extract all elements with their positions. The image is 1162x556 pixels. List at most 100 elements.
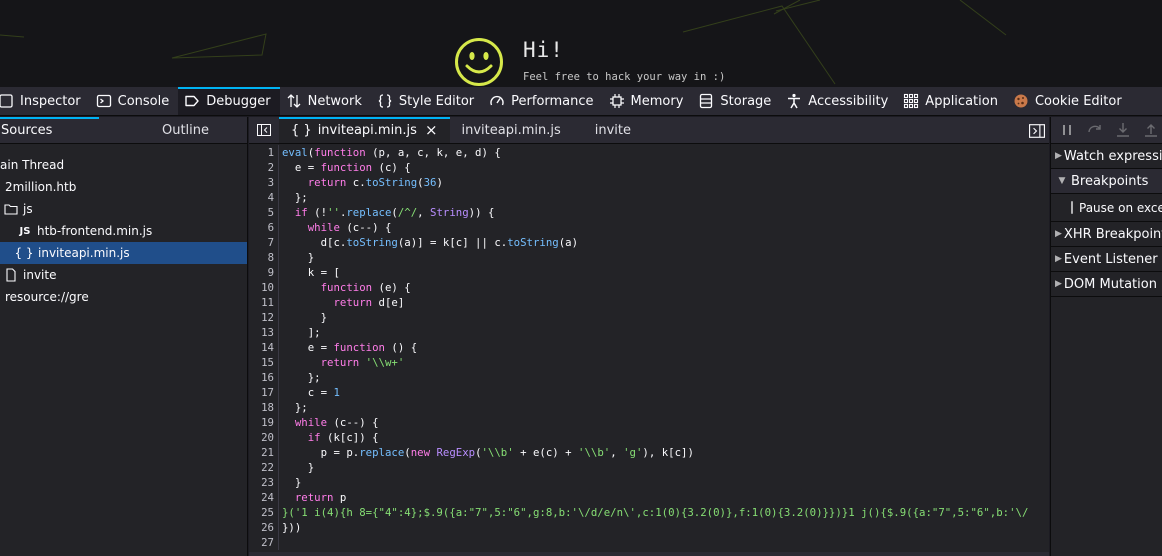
braces-icon: { } <box>291 122 312 138</box>
tab-style-editor[interactable]: Style Editor <box>371 87 483 115</box>
dom-mutation-breakpoints-section[interactable]: ▶ DOM Mutation Breakpoints <box>1051 272 1162 297</box>
line-number[interactable]: 16 <box>249 370 279 385</box>
code-view[interactable]: 1 eval(function (p, a, c, k, e, d) {2 e =… <box>249 145 1049 553</box>
code-line: 25}('1 i(4){h 8={"4":4};$.9({a:"7",5:"6"… <box>249 505 1049 520</box>
web-page: Hi! Feel free to hack your way in :) <box>0 0 1162 87</box>
editor-tab-inviteapi[interactable]: inviteapi.min.js <box>450 117 573 143</box>
section-label: Watch expressions <box>1063 148 1162 164</box>
chevron-right-icon: ▶ <box>1055 229 1062 239</box>
line-number[interactable]: 4 <box>249 190 279 205</box>
line-number[interactable]: 23 <box>249 475 279 490</box>
tab-label: Performance <box>511 93 594 109</box>
braces-icon: { } <box>14 246 34 260</box>
line-number[interactable]: 7 <box>249 235 279 250</box>
code-line: 26})) <box>249 520 1049 535</box>
line-number[interactable]: 15 <box>249 355 279 370</box>
code-line: 13 ]; <box>249 325 1049 340</box>
tab-performance[interactable]: Performance <box>483 87 602 115</box>
toggle-debugger-sidebar-icon[interactable] <box>1029 123 1045 139</box>
pause-icon[interactable] <box>1059 122 1075 138</box>
code-line: 2 e = function (c) { <box>249 160 1049 175</box>
code-text: c = 1 <box>282 386 340 399</box>
step-in-icon[interactable] <box>1115 122 1131 138</box>
code-line: 16 }; <box>249 370 1049 385</box>
tab-accessibility[interactable]: Accessibility <box>780 87 897 115</box>
line-number[interactable]: 10 <box>249 280 279 295</box>
toggle-sources-panel-button[interactable] <box>249 117 279 143</box>
line-number[interactable]: 24 <box>249 490 279 505</box>
line-number[interactable]: 27 <box>249 535 279 550</box>
code-line: 23 } <box>249 475 1049 490</box>
pause-on-exceptions-checkbox[interactable] <box>1071 201 1073 214</box>
line-number[interactable]: 12 <box>249 310 279 325</box>
editor-tab-invite[interactable]: invite <box>573 117 643 143</box>
tree-node-main-thread[interactable]: ain Thread <box>0 154 247 176</box>
line-number[interactable]: 11 <box>249 295 279 310</box>
tab-storage[interactable]: Storage <box>692 87 780 115</box>
tree-node-label: resource://gre <box>5 290 89 304</box>
code-text: e = function () { <box>282 341 418 354</box>
code-line: 4 }; <box>249 190 1049 205</box>
tab-application[interactable]: Application <box>897 87 1007 115</box>
watch-expressions-section[interactable]: ▶ Watch expressions <box>1051 144 1162 169</box>
line-number[interactable]: 13 <box>249 325 279 340</box>
js-file-icon: JS <box>19 225 31 237</box>
tree-node-domain[interactable]: 2million.htb <box>0 176 247 198</box>
tree-node-resource[interactable]: resource://gre <box>0 286 247 308</box>
chevron-right-icon: ▶ <box>1055 254 1062 264</box>
line-number[interactable]: 19 <box>249 415 279 430</box>
tree-node-label: js <box>23 202 33 216</box>
performance-icon <box>489 93 505 109</box>
line-number[interactable]: 18 <box>249 400 279 415</box>
editor-tab-label: inviteapi.min.js <box>461 122 561 138</box>
line-number[interactable]: 3 <box>249 175 279 190</box>
application-icon <box>903 93 919 109</box>
line-number[interactable]: 17 <box>249 385 279 400</box>
code-text: eval(function (p, a, c, k, e, d) { <box>282 146 501 159</box>
tab-console[interactable]: Console <box>90 87 179 115</box>
tab-cookie-editor[interactable]: Cookie Editor <box>1007 87 1131 115</box>
line-number[interactable]: 1 <box>249 145 279 160</box>
code-line: 17 c = 1 <box>249 385 1049 400</box>
line-number[interactable]: 22 <box>249 460 279 475</box>
line-number[interactable]: 5 <box>249 205 279 220</box>
section-label: DOM Mutation Breakpoints <box>1063 276 1162 292</box>
tab-inspector[interactable]: Inspector <box>0 87 90 115</box>
tab-memory[interactable]: Memory <box>603 87 693 115</box>
step-over-icon[interactable] <box>1087 122 1103 138</box>
line-number[interactable]: 2 <box>249 160 279 175</box>
line-number[interactable]: 9 <box>249 265 279 280</box>
code-text: }; <box>282 191 308 204</box>
line-number[interactable]: 21 <box>249 445 279 460</box>
tree-node-label: inviteapi.min.js <box>38 246 130 260</box>
tab-sources[interactable]: Sources <box>0 117 124 143</box>
tab-network[interactable]: Network <box>280 87 371 115</box>
tab-debugger[interactable]: Debugger <box>178 87 280 115</box>
breakpoints-section[interactable]: ▼ Breakpoints <box>1051 169 1162 194</box>
line-number[interactable]: 26 <box>249 520 279 535</box>
code-line: 14 e = function () { <box>249 340 1049 355</box>
close-icon[interactable]: × <box>425 121 438 139</box>
editor-tab-label: inviteapi.min.js <box>317 122 417 138</box>
tree-node-invite[interactable]: invite <box>0 264 247 286</box>
tree-node-htb-frontend[interactable]: JS htb-frontend.min.js <box>0 220 247 242</box>
accessibility-icon <box>786 93 802 109</box>
greeting-heading: Hi! <box>523 38 564 62</box>
line-number[interactable]: 25 <box>249 505 279 520</box>
chevron-down-icon: ▼ <box>1058 176 1066 186</box>
pause-on-exceptions-row[interactable]: Pause on exceptions <box>1051 194 1162 222</box>
line-number[interactable]: 14 <box>249 340 279 355</box>
tree-node-js-folder[interactable]: js <box>0 198 247 220</box>
xhr-breakpoints-section[interactable]: ▶ XHR Breakpoints <box>1051 222 1162 247</box>
sidebar-toggle-icon <box>257 124 271 136</box>
tab-outline[interactable]: Outline <box>124 117 247 143</box>
step-out-icon[interactable] <box>1143 122 1159 138</box>
code-text: }('1 i(4){h 8={"4":4};$.9({a:"7",5:"6",g… <box>282 506 1029 519</box>
tree-node-inviteapi[interactable]: { } inviteapi.min.js <box>0 242 247 264</box>
line-number[interactable]: 6 <box>249 220 279 235</box>
sources-panel-tabs: Sources Outline <box>0 117 247 144</box>
line-number[interactable]: 20 <box>249 430 279 445</box>
event-listener-breakpoints-section[interactable]: ▶ Event Listener Breakpoints <box>1051 247 1162 272</box>
editor-tab-inviteapi-pretty[interactable]: { } inviteapi.min.js × <box>279 117 450 143</box>
line-number[interactable]: 8 <box>249 250 279 265</box>
